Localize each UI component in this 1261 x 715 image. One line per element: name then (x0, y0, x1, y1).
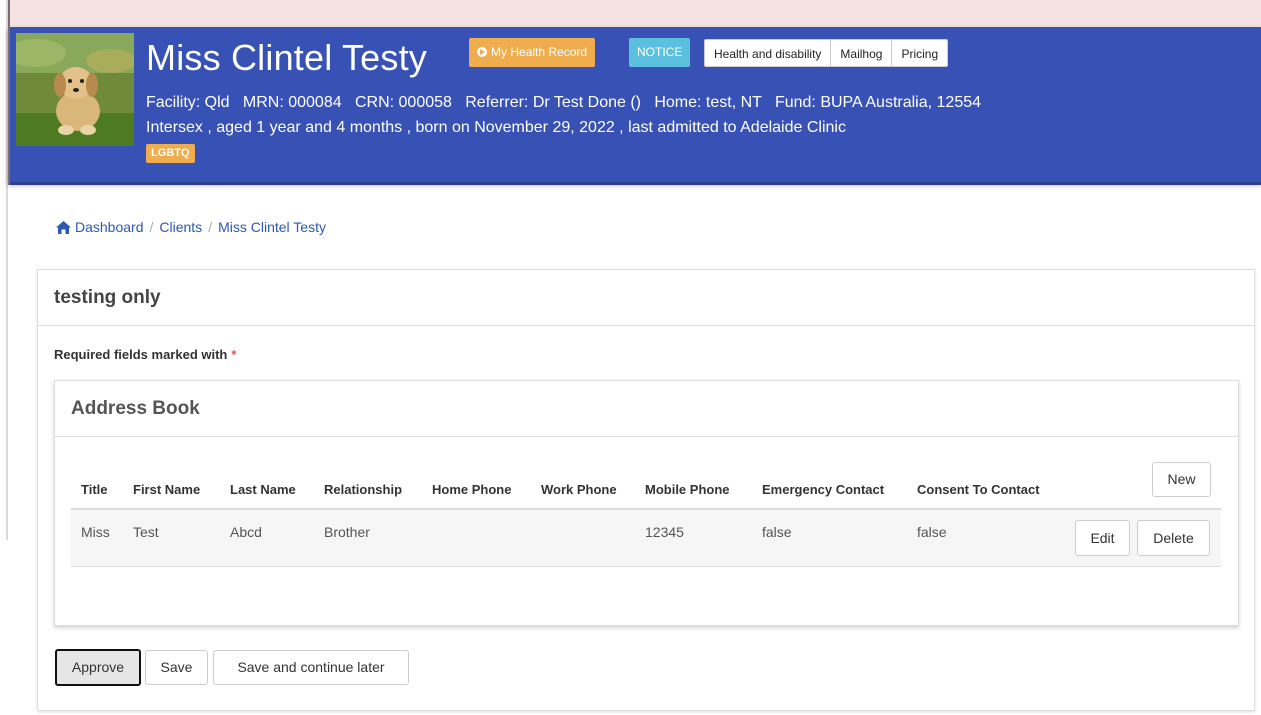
notice-button[interactable]: NOTICE (629, 38, 691, 67)
column-header-consent-to-contact: Consent To Contact (917, 482, 1040, 497)
breadcrumb: Dashboard / Clients / Miss Clintel Testy (56, 219, 326, 237)
column-header-emergency-contact: Emergency Contact (762, 482, 885, 497)
client-header: Miss Clintel Testy My Health Record NOTI… (8, 27, 1261, 185)
cell-relationship: Brother (324, 524, 370, 540)
save-and-continue-later-button[interactable]: Save and continue later (213, 650, 409, 685)
column-header-work-phone: Work Phone (541, 482, 617, 497)
home-icon[interactable] (56, 221, 71, 237)
my-health-record-button[interactable]: My Health Record (469, 38, 596, 67)
form-title: testing only (54, 287, 161, 308)
breadcrumb-client-link[interactable]: Miss Clintel Testy (218, 219, 326, 235)
cell-consent-to-contact: false (917, 524, 947, 540)
cell-mobile-phone: 12345 (645, 524, 684, 540)
breadcrumb-separator: / (208, 219, 213, 235)
pricing-button[interactable]: Pricing (891, 39, 949, 67)
play-circle-icon (477, 47, 487, 57)
divider (55, 436, 1238, 437)
header-left-edge (8, 0, 10, 185)
cell-last-name: Abcd (230, 524, 262, 540)
lgbtq-tag: LGBTQ (146, 144, 195, 163)
my-health-record-label: My Health Record (491, 45, 588, 59)
mailhog-button[interactable]: Mailhog (830, 39, 893, 67)
column-header-last-name: Last Name (230, 482, 296, 497)
health-and-disability-button[interactable]: Health and disability (704, 39, 832, 67)
column-header-first-name: First Name (133, 482, 201, 497)
column-header-mobile-phone: Mobile Phone (645, 482, 730, 497)
notification-strip (8, 0, 1261, 27)
approve-button[interactable]: Approve (55, 649, 141, 686)
save-button[interactable]: Save (145, 650, 208, 685)
address-book-panel: Address Book New Title First Name Last N… (54, 380, 1239, 626)
header-button-group: Health and disability Mailhog Pricing (704, 39, 949, 67)
edit-contact-button[interactable]: Edit (1075, 520, 1130, 556)
cell-emergency-contact: false (762, 524, 792, 540)
required-fields-note: Required fields marked with * (54, 347, 236, 362)
breadcrumb-clients-link[interactable]: Clients (159, 219, 202, 235)
client-name: Miss Clintel Testy (146, 37, 428, 78)
divider (38, 325, 1254, 326)
cell-title: Miss (81, 524, 110, 540)
new-contact-button[interactable]: New (1152, 462, 1211, 497)
client-photo (16, 33, 134, 146)
column-header-relationship: Relationship (324, 482, 403, 497)
breadcrumb-dashboard-link[interactable]: Dashboard (75, 219, 144, 235)
client-info-line: Facility: Qld MRN: 000084 CRN: 000058 Re… (146, 94, 982, 111)
column-header-home-phone: Home Phone (432, 482, 512, 497)
breadcrumb-separator: / (149, 219, 154, 235)
required-note-text: Required fields marked with (54, 347, 228, 362)
address-book-title: Address Book (71, 398, 200, 419)
required-asterisk: * (231, 347, 237, 362)
column-header-title: Title (81, 482, 108, 497)
client-demographics-line: Intersex , aged 1 year and 4 months , bo… (146, 119, 846, 136)
delete-contact-button[interactable]: Delete (1137, 520, 1210, 556)
cell-first-name: Test (133, 524, 159, 540)
form-panel: testing only Required fields marked with… (37, 269, 1255, 711)
